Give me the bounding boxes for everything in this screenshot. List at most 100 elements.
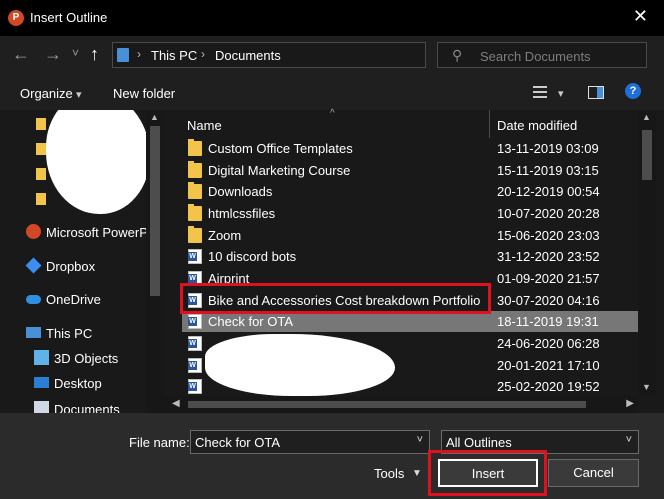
file-name-value[interactable]: Check for OTA [195,435,280,450]
close-icon[interactable]: ✕ [633,6,648,27]
sidebar-item-label: 3D Objects [54,351,119,366]
folder-icon [188,161,202,178]
scroll-right-icon[interactable]: ▶ [626,398,634,409]
file-date: 20-12-2019 00:54 [497,184,600,199]
highlight-box [428,450,547,496]
folder-icon [36,168,46,180]
new-folder-button[interactable]: New folder [113,86,175,101]
powerpoint-icon: P [8,10,24,26]
column-header-date-modified[interactable]: Date modified [497,118,577,133]
folder-icon [188,204,202,221]
preview-pane-icon[interactable] [588,86,604,99]
file-name: Zoom [208,228,242,243]
view-options-icon[interactable] [533,86,547,98]
sidebar-item-label: This PC [46,326,93,341]
onedrive-icon [26,295,41,304]
sidebar-item-documents[interactable]: Documents [0,398,150,413]
sidebar-item-label: Dropbox [46,259,96,274]
cancel-button[interactable]: Cancel [548,459,639,487]
file-name: Digital Marketing Course [208,163,351,178]
file-list-vertical-scrollbar[interactable]: ▲ ▼ [638,110,656,396]
toolbar [0,76,664,110]
sidebar-item-onedrive[interactable]: OneDrive [0,288,150,310]
word-document-icon [188,249,202,264]
scrollbar-thumb[interactable] [150,126,160,296]
sidebar-item-dropbox[interactable]: Dropbox [0,255,150,277]
list-item[interactable]: Digital Marketing Course 15-11-2019 03:1… [182,160,638,181]
sidebar-item-this-pc[interactable]: This PC [0,322,150,344]
breadcrumb-documents[interactable]: Documents [215,48,281,63]
folder-icon [36,193,46,205]
this-pc-icon [26,327,41,338]
search-box[interactable]: ⚲ Search Documents [437,42,647,68]
file-date: 01-09-2020 21:57 [497,271,600,286]
navigation-pane: Microsoft PowerPo Dropbox OneDrive This … [0,110,164,413]
folder-icon [188,139,202,156]
list-item[interactable]: 10 discord bots 31-12-2020 23:52 [182,246,638,267]
chevron-down-icon[interactable]: ˅ [626,434,632,446]
sidebar-item-3d-objects[interactable]: 3D Objects [0,347,150,369]
scroll-up-icon[interactable]: ▲ [642,112,651,122]
list-item-selected[interactable]: Check for OTA 18-11-2019 19:31 [182,311,638,332]
file-date: 30-07-2020 04:16 [497,293,600,308]
back-arrow-icon[interactable]: ← [12,44,30,65]
folder-icon [36,118,46,130]
file-type-value[interactable]: All Outlines [446,435,512,450]
scroll-down-icon[interactable]: ▼ [642,382,651,392]
chevron-down-icon[interactable]: ˅ [417,434,423,446]
3d-objects-icon [34,350,49,365]
list-item[interactable]: Custom Office Templates 13-11-2019 03:09 [182,138,638,159]
file-name: Check for OTA [208,314,294,329]
scroll-up-icon[interactable]: ▲ [150,112,159,122]
file-date: 10-07-2020 20:28 [497,206,600,221]
address-bar[interactable]: › This PC › Documents ˅ ↻ [112,42,520,68]
title-bar: P Insert Outline ✕ [0,0,664,36]
search-input[interactable]: Search Documents [480,49,591,64]
chevron-down-icon: ▾ [76,89,82,101]
chevron-down-icon[interactable]: ▼ [412,468,422,479]
column-divider[interactable] [489,110,490,138]
file-list-horizontal-scrollbar[interactable]: ◀ ▶ [164,396,638,413]
file-date: 31-12-2020 23:52 [497,249,600,264]
scroll-left-icon[interactable]: ◀ [172,398,180,409]
recent-locations-icon[interactable]: ˅ [72,46,79,60]
list-item[interactable]: Downloads 20-12-2019 00:54 [182,181,638,202]
help-icon[interactable]: ? [625,83,641,99]
forward-arrow-icon[interactable]: → [44,44,62,65]
column-header-name[interactable]: Name [187,118,222,133]
sidebar-item-powerpoint[interactable]: Microsoft PowerPo [0,221,155,243]
folder-icon [188,226,202,243]
column-header-row: ^ Name Date modified [164,108,638,138]
file-name-label: File name: [129,435,190,450]
highlight-box [180,283,491,314]
sidebar-item-label: Desktop [54,376,102,391]
file-name: Downloads [208,184,273,199]
chevron-down-icon[interactable]: ▾ [558,87,564,100]
file-date: 13-11-2019 03:09 [497,141,599,156]
up-arrow-icon[interactable]: ↑ [90,44,99,65]
documents-icon [34,401,49,413]
file-date: 25-02-2020 19:52 [497,379,600,394]
tools-button[interactable]: Tools [374,466,404,481]
file-date: 20-01-2021 17:10 [497,358,600,373]
sidebar-item-label: Documents [54,402,120,413]
organize-button[interactable]: Organize [20,86,73,101]
breadcrumb-this-pc[interactable]: This PC [151,48,197,63]
breadcrumb-separator-icon: › [201,47,205,61]
sidebar-scrollbar[interactable]: ▲ [146,110,164,413]
scrollbar-thumb[interactable] [642,130,652,180]
list-item[interactable]: Zoom 15-06-2020 23:03 [182,225,638,246]
dropbox-icon [25,257,42,274]
word-document-icon [188,314,202,329]
file-name-field[interactable]: Check for OTA ˅ [190,430,430,454]
redacted-area [46,110,150,214]
scrollbar-thumb[interactable] [188,401,586,408]
sidebar-item-desktop[interactable]: Desktop [0,372,150,394]
file-date: 15-06-2020 23:03 [497,228,600,243]
word-document-icon [188,358,202,373]
folder-icon [36,143,46,155]
folder-icon [188,182,202,199]
list-item[interactable]: htmlcssfiles 10-07-2020 20:28 [182,203,638,224]
word-document-icon [188,379,202,394]
sort-ascending-icon: ^ [330,108,335,119]
